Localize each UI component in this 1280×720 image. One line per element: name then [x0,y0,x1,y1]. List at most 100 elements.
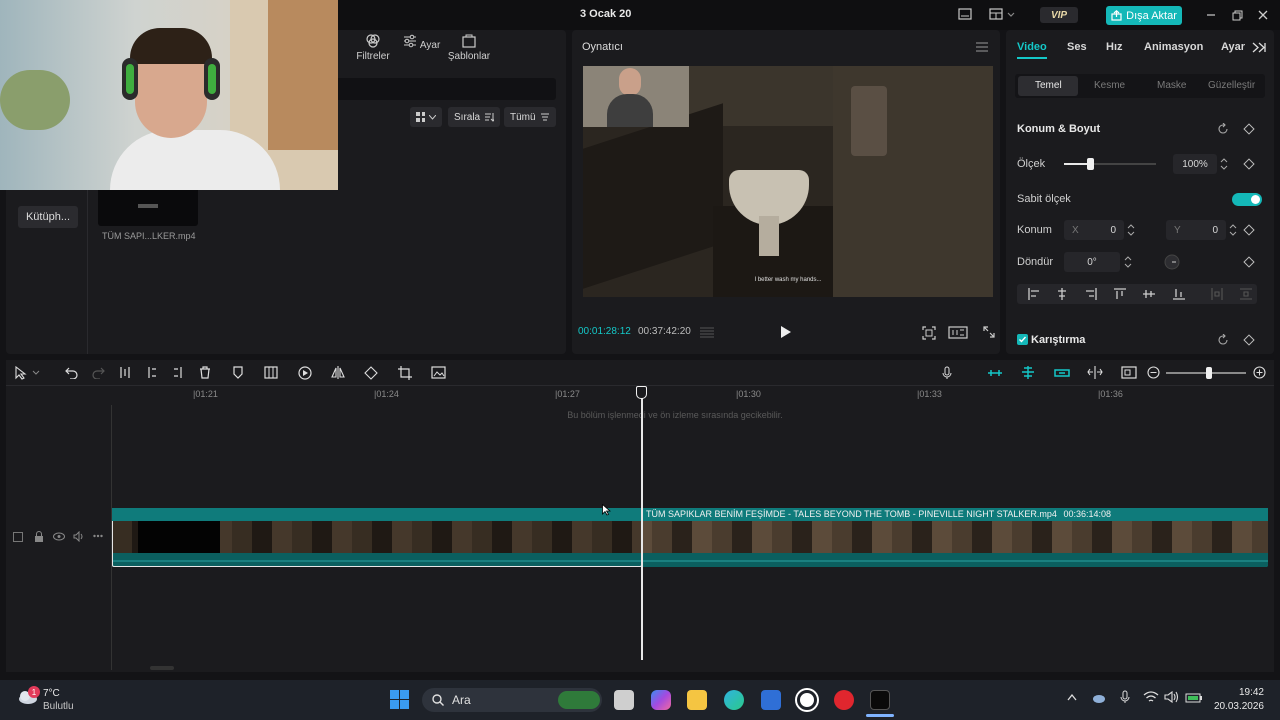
mirror-icon[interactable] [331,366,345,379]
y-stepper-icon[interactable] [1229,222,1237,238]
microphone-icon[interactable] [942,366,952,380]
lock-icon[interactable] [34,531,44,542]
visibility-icon[interactable] [53,532,65,541]
subtab-mask[interactable]: Maske [1157,80,1186,91]
aspect-ratio-icon[interactable] [948,326,968,339]
subtab-basic[interactable]: Temel [1035,80,1062,91]
zoom-out-icon[interactable] [1147,366,1160,379]
media-clip-thumbnail[interactable] [98,186,198,226]
x-stepper-icon[interactable] [1127,222,1135,238]
close-icon[interactable] [1258,10,1268,20]
section-blend[interactable]: Karıştırma [1031,334,1085,346]
tab-templates[interactable]: Şablonlar [444,34,494,62]
magnet-link-icon[interactable] [987,368,1003,378]
file-explorer-icon[interactable] [687,690,707,710]
rotate-stepper-icon[interactable] [1124,254,1132,270]
menu-icon[interactable] [976,42,988,52]
library-button[interactable]: Kütüph... [18,206,78,228]
sort-button[interactable]: Sırala [448,107,501,127]
link-clips-icon[interactable] [1054,368,1070,378]
freeze-icon[interactable] [264,366,278,379]
capcut-icon[interactable] [870,690,890,710]
align-bottom-icon[interactable] [1173,288,1185,300]
tab-adjust-props[interactable]: Ayar [1221,41,1245,53]
export-button[interactable]: Dışa Aktar [1106,6,1182,25]
reset-icon[interactable] [1217,123,1229,135]
copilot-icon[interactable] [651,690,671,710]
audio-icon[interactable] [73,531,85,542]
distribute-h-icon[interactable] [1211,288,1223,300]
chevron-up-icon[interactable] [1067,694,1077,701]
vip-badge[interactable]: VIP [1040,7,1078,23]
zoom-in-icon[interactable] [1253,366,1266,379]
project-title[interactable]: 3 Ocak 20 [580,8,631,20]
thumbnail-view-icon[interactable] [1121,366,1137,379]
subtab-beautify[interactable]: Güzelleştir [1208,80,1255,91]
scale-slider-handle[interactable] [1086,158,1094,170]
rotate-icon[interactable] [364,366,378,380]
align-right-icon[interactable] [1085,288,1097,300]
rotate-value-field[interactable]: 0° [1064,252,1120,272]
trim-left-icon[interactable] [146,366,158,379]
position-x-field[interactable]: X 0 [1064,220,1124,240]
temperature[interactable]: 7°C [43,688,60,699]
mic-tray-icon[interactable] [1120,690,1130,704]
image-edit-icon[interactable] [431,366,446,379]
tab-audio[interactable]: Ses [1067,41,1087,53]
subtab-cut[interactable]: Kesme [1094,80,1125,91]
scale-stepper-icon[interactable] [1220,156,1228,172]
windows-start-icon[interactable] [390,690,409,709]
more-options-icon[interactable] [93,534,103,538]
split-icon[interactable] [119,366,131,379]
view-toggle-button[interactable] [410,107,442,127]
focus-icon[interactable] [922,326,936,340]
playhead-handle[interactable] [636,386,647,399]
auto-snap-icon[interactable] [1020,365,1036,380]
layout-icon[interactable] [958,8,972,20]
playhead[interactable] [641,390,643,660]
align-center-h-icon[interactable] [1056,288,1068,300]
tab-adjust[interactable]: Ayar [396,34,446,51]
timeline-scrollbar[interactable] [150,666,174,670]
tab-animation[interactable]: Animasyon [1144,41,1203,53]
tab-filters[interactable]: Filtreler [348,34,398,62]
waveform-icon[interactable] [699,327,715,338]
tab-video[interactable]: Video [1017,41,1047,53]
distribute-v-icon[interactable] [1240,288,1252,300]
trim-right-icon[interactable] [172,366,184,379]
scale-value-field[interactable]: 100% [1173,154,1217,174]
blend-reset-icon[interactable] [1217,334,1229,346]
align-left-icon[interactable] [1028,288,1040,300]
track-cover-icon[interactable] [13,532,23,542]
delete-icon[interactable] [199,366,211,379]
preview-axis-icon[interactable] [1087,366,1103,379]
marker-icon[interactable] [232,366,244,379]
preview-video[interactable] [583,66,993,297]
filter-button[interactable]: Tümü [504,107,556,127]
minimize-icon[interactable] [1206,10,1216,20]
more-tabs-icon[interactable] [1252,42,1270,53]
tab-speed[interactable]: Hız [1106,41,1123,53]
opera-icon[interactable] [834,690,854,710]
redo-icon[interactable] [92,366,105,379]
onedrive-icon[interactable] [1091,692,1105,703]
play-icon[interactable] [781,326,791,338]
speed-icon[interactable] [298,366,312,380]
align-top-icon[interactable] [1114,288,1126,300]
select-tool-icon[interactable] [14,366,40,380]
taskbar-search[interactable]: Ara [422,688,602,712]
zoom-slider-handle[interactable] [1206,367,1212,379]
media-search-input[interactable] [336,78,556,100]
obs-icon[interactable] [797,690,817,710]
edge-icon[interactable] [724,690,744,710]
store-icon[interactable] [761,690,781,710]
volume-icon[interactable] [1164,691,1180,703]
undo-icon[interactable] [65,366,78,379]
uniform-scale-toggle[interactable] [1232,193,1262,206]
fullscreen-icon[interactable] [983,326,995,338]
clock-time[interactable]: 19:42 [1236,687,1264,698]
layout-select-icon[interactable] [989,8,1015,20]
align-center-v-icon[interactable] [1143,288,1155,300]
crop-icon[interactable] [398,366,412,380]
task-view-icon[interactable] [614,690,634,710]
